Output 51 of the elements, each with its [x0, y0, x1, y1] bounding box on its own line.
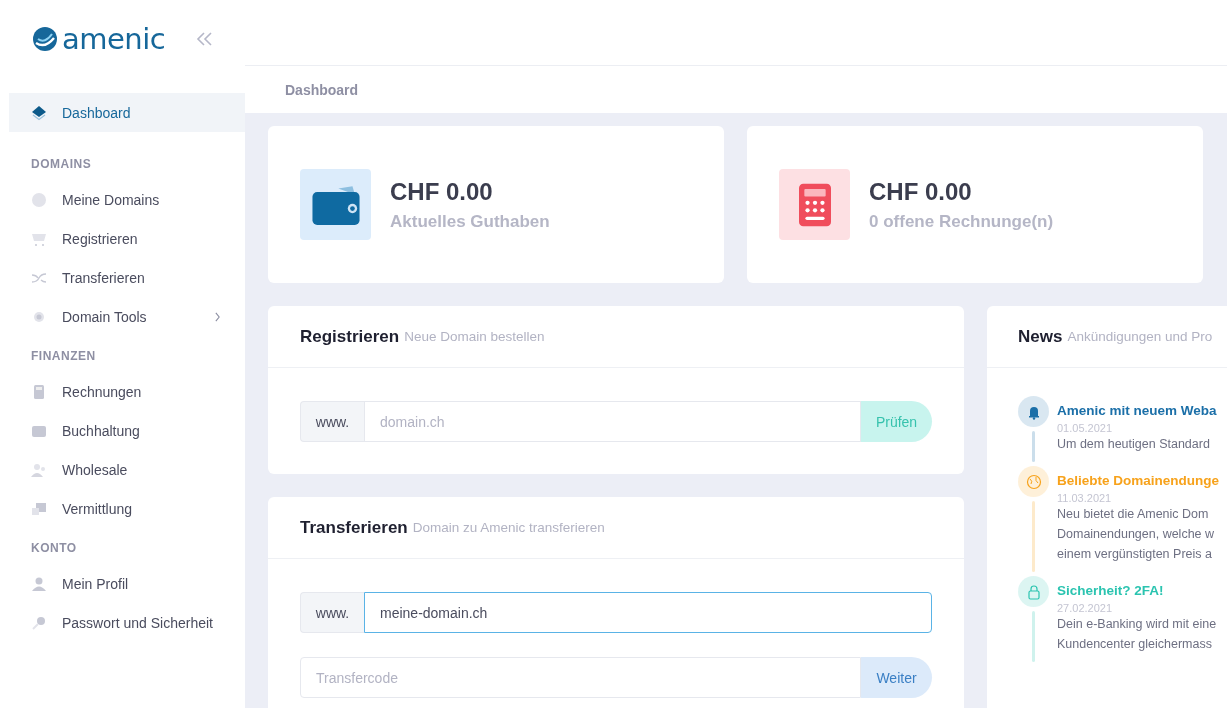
section-heading: FINANZEN — [30, 348, 97, 365]
domain-field[interactable]: meine-domain.ch — [364, 592, 932, 633]
logo-text: amenic — [62, 22, 166, 56]
domain-field[interactable]: domain.ch — [364, 401, 861, 442]
nav-item[interactable]: Dashboard — [9, 93, 245, 132]
logo-icon — [32, 26, 58, 52]
calculator-icon — [31, 383, 47, 400]
nav-item[interactable]: Vermittlung — [9, 489, 245, 528]
news-text: Kundencenter gleichermass — [1057, 636, 1213, 653]
nav-item[interactable]: Meine Domains — [9, 180, 245, 219]
card-subtitle: Domain zu Amenic transferieren — [412, 520, 605, 535]
stat-value: CHF 0.00 — [390, 177, 494, 206]
news-text: einem vergünstigten Preis a — [1057, 546, 1213, 563]
key-icon — [31, 614, 47, 631]
news-text: Um dem heutigen Standard — [1057, 436, 1211, 453]
card-title: Transferieren — [300, 517, 408, 538]
input-prefix: www. — [300, 592, 364, 633]
input-prefix: www. — [300, 401, 364, 442]
section-heading: KONTO — [30, 540, 78, 557]
layers-icon — [31, 104, 47, 121]
news-title[interactable]: Amenic mit neuem Weba — [1057, 403, 1217, 418]
nav-item[interactable]: Transferieren — [9, 258, 245, 297]
next-button[interactable]: Weiter — [861, 657, 932, 698]
news-text: Dein e-Banking wird mit eine — [1057, 616, 1217, 633]
section-heading: DOMAINS — [30, 156, 93, 173]
news-date: 11.03.2021 — [1057, 492, 1113, 504]
people-icon — [31, 461, 47, 478]
card-title: Registrieren — [300, 326, 400, 347]
stat-value: CHF 0.00 — [869, 177, 973, 206]
calculator-icon — [798, 182, 831, 227]
card-subtitle: Neue Domain bestellen — [404, 329, 545, 344]
nav-item[interactable]: Domain Tools — [9, 297, 245, 336]
nav-item[interactable]: Mein Profil — [9, 564, 245, 603]
nav-item[interactable]: Registrieren — [9, 219, 245, 258]
news-date: 01.05.2021 — [1057, 422, 1114, 434]
stat-label: Aktuelles Guthaben — [390, 211, 550, 232]
nav-item[interactable]: Buchhaltung — [9, 411, 245, 450]
card-title: News — [1018, 326, 1063, 347]
collapse-icon[interactable] — [195, 31, 213, 47]
nav-item[interactable]: Wholesale — [9, 450, 245, 489]
nav-item[interactable]: Passwort und Sicherheit — [9, 603, 245, 642]
news-text: Domainendungen, welche w — [1057, 526, 1216, 543]
person-icon — [31, 575, 47, 592]
transfer-code-field[interactable]: Transfercode — [300, 657, 861, 698]
lock-icon — [1025, 583, 1042, 600]
stat-label: 0 offene Rechnunge(n) — [869, 211, 1054, 232]
card-subtitle: Ankündigungen und Pro — [1067, 329, 1213, 344]
news-date: 27.02.2021 — [1057, 602, 1114, 614]
news-text: Neu bietet die Amenic Dom — [1057, 506, 1210, 523]
nav-item[interactable]: Rechnungen — [9, 372, 245, 411]
chevron-icon — [214, 311, 221, 322]
